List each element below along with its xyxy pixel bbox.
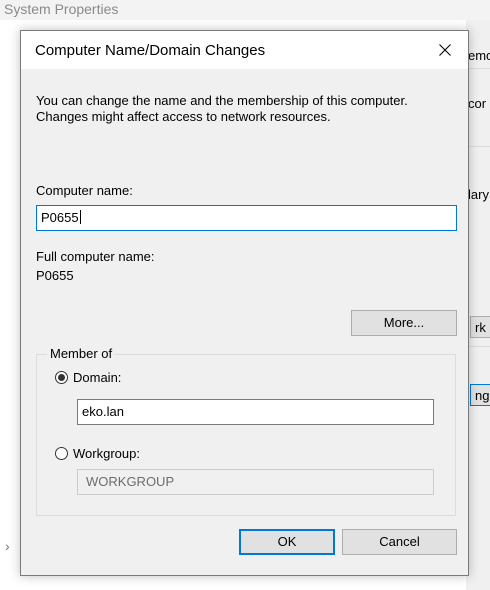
close-button[interactable] (422, 31, 468, 69)
member-of-groupbox: Member of Domain: eko.lan Workgroup: WOR… (36, 346, 456, 516)
parent-network-id-button[interactable]: rk (470, 316, 490, 338)
cancel-button[interactable]: Cancel (342, 529, 457, 555)
computer-name-dialog: Computer Name/Domain Changes You can cha… (20, 30, 469, 576)
dialog-title: Computer Name/Domain Changes (35, 42, 266, 59)
parent-divider (466, 68, 490, 69)
radio-unselected-icon (55, 447, 68, 460)
parent-divider (466, 146, 490, 147)
parent-change-button[interactable]: nge (470, 384, 490, 406)
parent-divider (466, 346, 490, 347)
parent-button-label: rk (475, 320, 486, 335)
domain-radio[interactable]: Domain: (55, 370, 121, 385)
parent-window-title: System Properties (4, 1, 119, 17)
workgroup-radio-label: Workgroup: (73, 446, 140, 461)
domain-input[interactable]: eko.lan (77, 399, 434, 425)
parent-fragment-text: lary (468, 187, 489, 202)
computer-name-value: P0655 (41, 210, 79, 225)
full-computer-name-value: P0655 (36, 268, 74, 283)
parent-button-label: nge (475, 388, 490, 403)
full-computer-name-label: Full computer name: (36, 249, 155, 264)
workgroup-radio[interactable]: Workgroup: (55, 446, 140, 461)
computer-name-label: Computer name: (36, 183, 133, 198)
domain-value: eko.lan (82, 404, 124, 419)
domain-radio-label: Domain: (73, 370, 122, 385)
parent-window-titlebar: System Properties (0, 0, 490, 20)
parent-fragment-text: cor (468, 96, 487, 111)
workgroup-value: WORKGROUP (86, 474, 175, 489)
ok-button[interactable]: OK (239, 529, 335, 555)
parent-fragment-text: emo (468, 48, 490, 63)
radio-selected-icon (55, 371, 68, 384)
member-of-legend: Member of (47, 346, 116, 361)
dialog-titlebar: Computer Name/Domain Changes (21, 31, 468, 69)
computer-name-input[interactable]: P0655 (36, 205, 457, 231)
chevron-right-icon: › (5, 538, 10, 554)
workgroup-input: WORKGROUP (77, 469, 434, 495)
dialog-description: You can change the name and the membersh… (36, 93, 408, 124)
text-caret (79, 210, 81, 224)
close-icon (439, 44, 451, 56)
more-button[interactable]: More... (351, 310, 457, 336)
